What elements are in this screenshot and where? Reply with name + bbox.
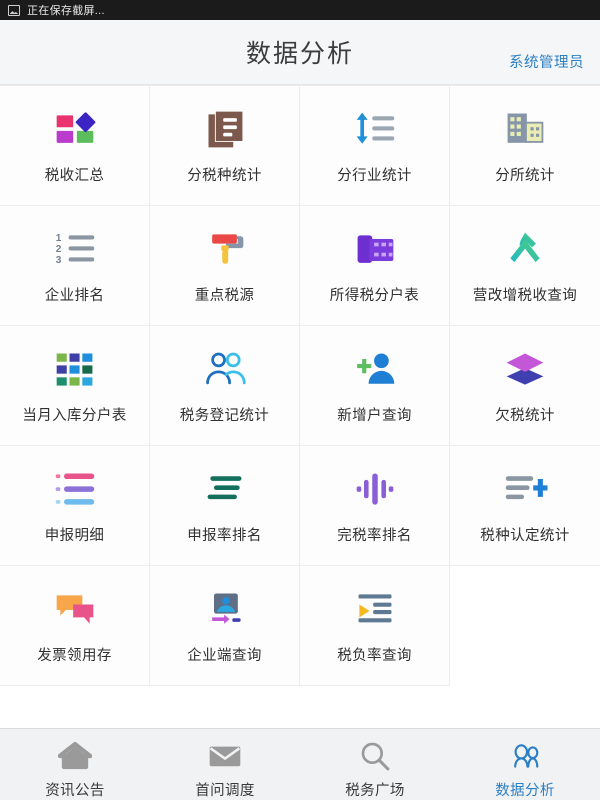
color-grid-icon — [49, 346, 101, 394]
green-bars-icon — [199, 466, 251, 514]
menu-item-label: 所得税分户表 — [329, 288, 420, 304]
color-blocks-icon — [49, 106, 101, 154]
nav-item-label: 资讯公告 — [45, 782, 105, 799]
menu-item-6[interactable]: 重点税源 — [150, 206, 300, 326]
grid-bottom-spacer — [0, 686, 600, 728]
nav-item-1[interactable]: 资讯公告 — [0, 729, 150, 800]
menu-item-14[interactable]: 申报率排名 — [150, 446, 300, 566]
menu-item-label: 企业排名 — [44, 288, 105, 304]
menu-item-8[interactable]: 营改增税收查询 — [450, 206, 600, 326]
nav-item-3[interactable]: 税务广场 — [300, 729, 450, 800]
menu-item-label: 当月入库分户表 — [22, 408, 127, 424]
two-people-icon — [199, 346, 251, 394]
layers-icon — [499, 346, 551, 394]
home-icon — [57, 740, 93, 772]
menu-item-label: 申报率排名 — [187, 528, 262, 544]
menu-item-label: 新增户查询 — [337, 408, 412, 424]
menu-cell-empty — [450, 566, 600, 686]
nav-item-label: 税务广场 — [345, 782, 405, 799]
menu-item-4[interactable]: 分所统计 — [450, 86, 600, 206]
status-bar-text: 正在保存截屏... — [27, 5, 105, 17]
svg-text:3: 3 — [55, 255, 61, 266]
svg-text:1: 1 — [55, 233, 61, 244]
menu-item-1[interactable]: 税收汇总 — [0, 86, 150, 206]
nav-item-label: 数据分析 — [495, 782, 555, 799]
page-header: 数据分析 系统管理员 — [0, 20, 600, 85]
chat-bubbles-icon — [49, 586, 101, 634]
menu-item-12[interactable]: 欠税统计 — [450, 326, 600, 446]
play-lines-icon — [349, 586, 401, 634]
menu-item-11[interactable]: 新增户查询 — [300, 326, 450, 446]
menu-item-label: 税收汇总 — [44, 168, 105, 184]
app-root: 正在保存截屏... 数据分析 系统管理员 税收汇总 分税种统计 分行业统计 分所… — [0, 0, 600, 800]
status-bar: 正在保存截屏... — [0, 0, 600, 20]
menu-item-19[interactable]: 税负率查询 — [300, 566, 450, 686]
menu-item-label: 申报明细 — [44, 528, 105, 544]
page-title: 数据分析 — [245, 40, 354, 68]
menu-item-label: 税种认定统计 — [480, 528, 570, 544]
numbered-list-icon: 123 — [49, 226, 101, 274]
menu-item-label: 税负率查询 — [337, 648, 412, 664]
menu-item-label: 税务登记统计 — [179, 408, 270, 424]
svg-text:2: 2 — [55, 244, 61, 255]
add-person-icon — [349, 346, 401, 394]
menu-item-7[interactable]: 所得税分户表 — [300, 206, 450, 326]
nav-item-label: 首问调度 — [195, 782, 255, 799]
office-building-icon — [499, 106, 551, 154]
monitor-person-icon — [199, 586, 251, 634]
waveform-icon — [349, 466, 401, 514]
menu-item-17[interactable]: 发票领用存 — [0, 566, 150, 686]
menu-item-label: 营改增税收查询 — [472, 288, 578, 304]
nav-item-2[interactable]: 首问调度 — [150, 729, 300, 800]
menu-item-label: 欠税统计 — [495, 408, 555, 424]
color-lines-icon — [49, 466, 101, 514]
merge-arrow-icon — [499, 226, 551, 274]
search-icon — [357, 740, 393, 772]
menu-item-15[interactable]: 完税率排名 — [300, 446, 450, 566]
updown-arrow-list-icon — [349, 106, 401, 154]
menu-item-13[interactable]: 申报明细 — [0, 446, 150, 566]
menu-item-5[interactable]: 123 企业排名 — [0, 206, 150, 326]
menu-item-label: 分所统计 — [495, 168, 555, 184]
menu-item-2[interactable]: 分税种统计 — [150, 86, 300, 206]
paint-roller-icon — [199, 226, 251, 274]
menu-item-label: 重点税源 — [194, 288, 255, 304]
menu-item-16[interactable]: 税种认定统计 — [450, 446, 600, 566]
nav-item-4[interactable]: 数据分析 — [450, 729, 600, 800]
mail-icon — [207, 740, 243, 772]
menu-item-label: 企业端查询 — [187, 648, 262, 664]
bottom-navigation: 资讯公告 首问调度 税务广场 数据分析 — [0, 728, 600, 800]
menu-item-label: 完税率排名 — [337, 528, 412, 544]
menu-item-label: 分行业统计 — [337, 168, 412, 184]
menu-item-18[interactable]: 企业端查询 — [150, 566, 300, 686]
current-user-link[interactable]: 系统管理员 — [509, 51, 584, 72]
film-folder-icon — [349, 226, 401, 274]
document-stack-icon — [199, 106, 251, 154]
people-icon — [507, 740, 543, 772]
menu-item-9[interactable]: 当月入库分户表 — [0, 326, 150, 446]
menu-item-label: 发票领用存 — [37, 648, 112, 664]
menu-item-10[interactable]: 税务登记统计 — [150, 326, 300, 446]
lines-plus-icon — [499, 466, 551, 514]
menu-item-3[interactable]: 分行业统计 — [300, 86, 450, 206]
image-icon — [8, 4, 20, 16]
menu-item-label: 分税种统计 — [187, 168, 262, 184]
menu-grid: 税收汇总 分税种统计 分行业统计 分所统计 123 企业排名 重点税源 所得税分… — [0, 85, 600, 686]
